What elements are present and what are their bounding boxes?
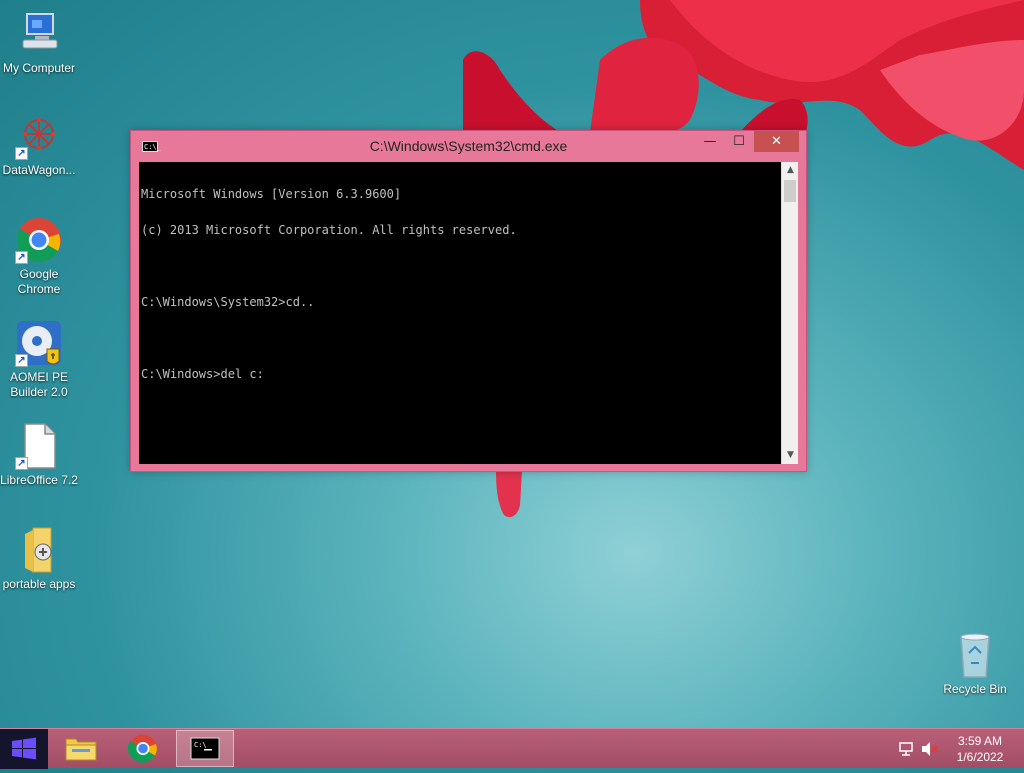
desktop-icon-label: portable apps — [2, 577, 76, 591]
chrome-icon: ↗ — [15, 216, 63, 264]
desktop-icon-label: Google Chrome — [17, 267, 61, 296]
cmd-window[interactable]: C:\_ C:\Windows\System32\cmd.exe — ☐ ✕ M… — [130, 130, 807, 472]
shortcut-arrow-icon: ↗ — [15, 354, 28, 367]
taskbar-google-chrome[interactable] — [114, 730, 172, 767]
volume-muted-icon[interactable] — [920, 729, 940, 769]
shortcut-arrow-icon: ↗ — [15, 457, 28, 470]
desktop-icon-portable-apps[interactable]: portable apps — [0, 526, 78, 592]
desktop-icon-label: LibreOffice 7.2 — [0, 473, 78, 487]
desktop-icon-datawagon[interactable]: ↗ DataWagon... — [0, 112, 78, 178]
console-line: C:\Windows>del c: — [141, 367, 264, 381]
vertical-scrollbar[interactable]: ▲ ▼ — [781, 162, 798, 464]
aomei-disc-icon: ↗ — [15, 319, 63, 367]
console-line: C:\Windows\System32>cd.. — [141, 295, 315, 309]
close-button[interactable]: ✕ — [754, 131, 799, 152]
minimize-button[interactable]: — — [697, 131, 723, 152]
console-line: Microsoft Windows [Version 6.3.9600] — [141, 187, 402, 201]
scroll-down-arrow-icon[interactable]: ▼ — [782, 447, 799, 464]
scrollbar-thumb[interactable] — [784, 180, 796, 202]
shortcut-arrow-icon: ↗ — [15, 147, 28, 160]
maximize-button[interactable]: ☐ — [726, 131, 752, 152]
desktop-icon-label: DataWagon... — [2, 163, 76, 177]
console-output[interactable]: Microsoft Windows [Version 6.3.9600] (c)… — [139, 162, 781, 464]
shortcut-arrow-icon: ↗ — [15, 251, 28, 264]
desktop-icon-my-computer[interactable]: My Computer — [0, 10, 78, 76]
start-button[interactable] — [0, 729, 48, 769]
file-explorer-icon — [65, 738, 97, 761]
taskbar-file-explorer[interactable] — [52, 730, 110, 767]
desktop-icon-recycle-bin[interactable]: Recycle Bin — [936, 631, 1014, 697]
libreoffice-icon: ↗ — [15, 422, 63, 470]
command-prompt-icon: C:\ — [190, 737, 220, 760]
desktop-icon-label: AOMEI PE Builder 2.0 — [9, 370, 68, 399]
network-icon[interactable] — [898, 729, 916, 769]
cmd-titlebar[interactable]: C:\_ C:\Windows\System32\cmd.exe — ☐ ✕ — [131, 131, 806, 161]
system-tray — [896, 729, 942, 769]
desktop-icon-libreoffice[interactable]: ↗ LibreOffice 7.2 — [0, 422, 78, 488]
svg-text:C:\: C:\ — [194, 741, 207, 749]
computer-icon — [15, 10, 63, 58]
desktop-icon-label: My Computer — [2, 61, 76, 75]
folder-icon — [15, 526, 63, 574]
taskbar-command-prompt[interactable]: C:\ — [176, 730, 234, 767]
clock-date: 1/6/2022 — [956, 750, 1004, 764]
recycle-bin-icon — [951, 631, 999, 679]
desktop: My Computer ↗ DataWagon... ↗ Google Chro… — [0, 0, 1024, 728]
desktop-icon-aomei-pe-builder[interactable]: ↗ AOMEI PE Builder 2.0 — [0, 319, 78, 400]
scroll-up-arrow-icon[interactable]: ▲ — [782, 162, 799, 179]
chrome-icon — [127, 734, 157, 763]
windows-logo-icon — [12, 737, 36, 760]
taskbar-clock[interactable]: 3:59 AM 1/6/2022 — [944, 729, 1016, 769]
console-line: (c) 2013 Microsoft Corporation. All righ… — [141, 223, 517, 237]
datawagon-icon: ↗ — [15, 112, 63, 160]
desktop-icon-label: Recycle Bin — [943, 682, 1007, 696]
taskbar: C:\ 3:59 AM 1/6/2022 — [0, 728, 1024, 769]
clock-time: 3:59 AM — [957, 734, 1003, 748]
desktop-icon-google-chrome[interactable]: ↗ Google Chrome — [0, 216, 78, 297]
